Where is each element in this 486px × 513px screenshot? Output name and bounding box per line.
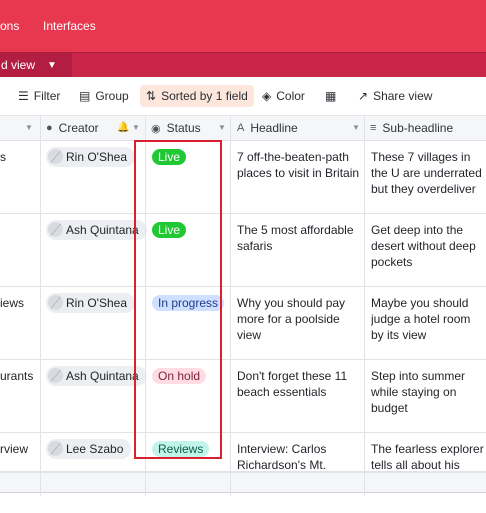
color-button[interactable]: ◈ Color [262,85,305,107]
group-label: Group [95,89,129,103]
table-row[interactable]: Ash Quintana Live The 5 most affordable … [0,214,486,287]
column-label: Creator [58,121,99,135]
headline-cell[interactable]: The 5 most affordable safaris [237,222,363,282]
table-row[interactable]: urants Ash Quintana On hold Don't forget… [0,360,486,433]
creator-name: Rin O'Shea [66,296,127,310]
chevron-down-icon[interactable]: ▼ [352,123,360,132]
table-row[interactable]: iews Rin O'Shea In progress Why you shou… [0,287,486,360]
column-label: Headline [250,121,298,135]
creator-name: Ash Quintana [66,223,139,237]
primary-cell[interactable]: iews [0,295,36,311]
paint-bucket-icon: ◈ [262,89,272,103]
creator-chip[interactable]: Rin O'Shea [46,147,135,167]
creator-name: Ash Quintana [66,369,139,383]
tab-automations[interactable]: ons [0,19,19,33]
share-view-button[interactable]: ↗ Share view [358,85,432,107]
subheadline-cell[interactable]: Maybe you should judge a hotel room by i… [371,295,486,355]
subheadline-cell[interactable]: Step into summer while staying on budget [371,368,486,428]
avatar [48,441,63,456]
text-icon: A [237,122,245,134]
headline-cell[interactable]: Don't forget these 11 beach essentials [237,368,363,428]
chevron-down-icon[interactable]: ▼ [25,123,33,132]
toolbar: ☰ Filter ▤ Group ⇅ Sorted by 1 field ◈ C… [0,77,486,116]
chevron-down-icon: ▼ [47,59,57,71]
primary-cell[interactable]: urants [0,368,36,384]
app-header: ons Interfaces [0,0,486,52]
filter-icon: ☰ [18,89,29,103]
creator-name: Rin O'Shea [66,150,127,164]
primary-cell[interactable]: rview [0,441,36,457]
view-name: d view [1,58,36,72]
headline-cell[interactable]: 7 off-the-beaten-path places to visit in… [237,149,363,209]
row-height-icon: ▦ [325,89,337,103]
bottom-edge [0,492,486,513]
creator-chip[interactable]: Ash Quintana [46,220,147,240]
status-icon: ◉ [151,122,161,135]
view-bar: d view ▼ [0,52,486,77]
share-icon: ↗ [358,89,369,103]
row-height-button[interactable]: ▦ [325,85,341,107]
column-label: Sub-headline [382,121,454,135]
column-header-row: ▼ ● Creator 🔔 ▼ ◉ Status ▼ A Headline ▼ … [0,116,486,141]
filter-label: Filter [33,89,61,103]
table-footer [0,472,486,493]
headline-cell[interactable]: Why you should pay more for a poolside v… [237,295,363,355]
user-icon: ● [46,122,53,134]
avatar [48,222,63,237]
headline-cell[interactable]: Interview: Carlos Richardson's Mt. Kilim… [237,441,363,471]
share-label: Share view [373,89,433,103]
column-header-headline[interactable]: A Headline [237,116,298,140]
chevron-down-icon[interactable]: ▼ [132,123,140,132]
creator-chip[interactable]: Rin O'Shea [46,293,135,313]
subheadline-cell[interactable]: The fearless explorer tells all about hi… [371,441,486,471]
group-button[interactable]: ▤ Group [79,85,129,107]
tab-interfaces[interactable]: Interfaces [43,19,96,33]
filter-button[interactable]: ☰ Filter [18,85,60,107]
long-text-icon: ≡ [370,122,377,134]
column-header-creator[interactable]: ● Creator [46,116,99,140]
column-divider [230,116,231,496]
table-row[interactable]: s Rin O'Shea Live 7 off-the-beaten-path … [0,141,486,214]
subheadline-cell[interactable]: Get deep into the desert without deep po… [371,222,486,282]
subheadline-cell[interactable]: These 7 villages in the U are underrated… [371,149,486,209]
avatar [48,368,63,383]
creator-chip[interactable]: Lee Szabo [46,439,132,459]
primary-cell[interactable]: s [0,149,36,165]
color-label: Color [276,89,305,103]
chevron-down-icon[interactable]: ▼ [218,123,226,132]
bell-icon: 🔔 [117,122,130,133]
avatar [48,149,63,164]
sort-label: Sorted by 1 field [161,89,248,103]
table-row[interactable]: rview Lee Szabo Reviews Interview: Carlo… [0,433,486,472]
column-label: Status [166,121,201,135]
creator-name: Lee Szabo [66,442,124,456]
column-divider [40,116,41,496]
view-switcher[interactable]: d view ▼ [0,53,72,77]
sort-icon: ⇅ [146,89,157,103]
avatar [48,295,63,310]
column-divider [364,116,365,496]
creator-chip[interactable]: Ash Quintana [46,366,147,386]
column-header-status[interactable]: ◉ Status [151,116,201,140]
column-header-subheadline[interactable]: ≡ Sub-headline [370,116,453,140]
sort-button[interactable]: ⇅ Sorted by 1 field [140,85,254,107]
status-column-highlight [134,140,222,459]
group-icon: ▤ [79,89,91,103]
